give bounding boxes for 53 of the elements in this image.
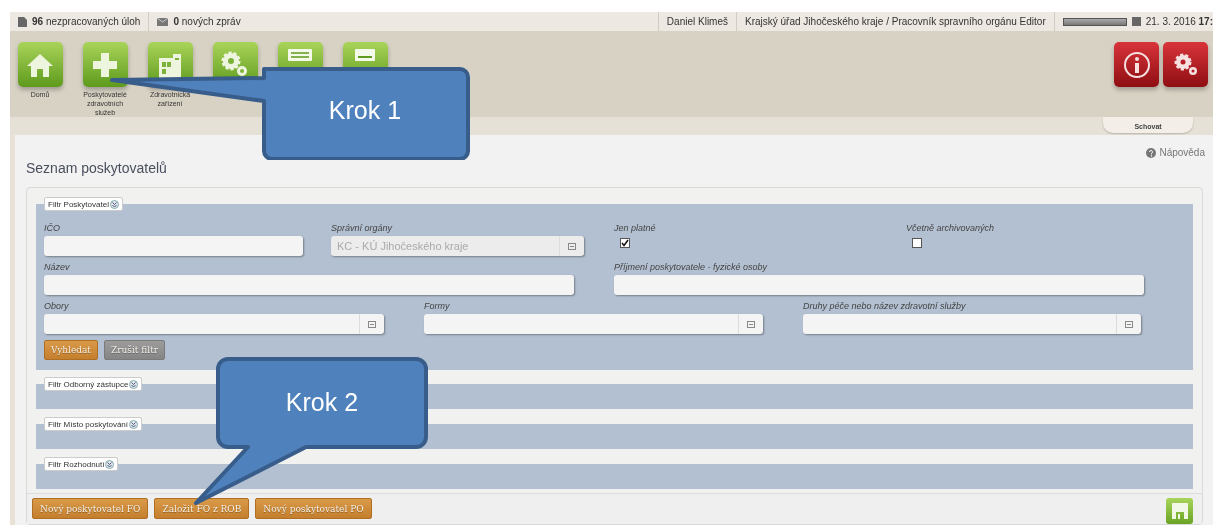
- field-label: Název: [44, 262, 71, 272]
- help-icon: [1146, 147, 1157, 158]
- expand-icon: [109, 199, 119, 209]
- lookup-icon: [368, 320, 376, 328]
- input-field[interactable]: [44, 236, 303, 256]
- document-icon: [18, 16, 27, 27]
- role-text: Krajský úřad Jihočeského kraje / Pracovník spravního orgánu Editor: [745, 16, 1046, 27]
- window-icon: [288, 49, 312, 61]
- toolbar-tile[interactable]: [82, 42, 128, 87]
- save-button[interactable]: [1166, 498, 1193, 524]
- field-label: Jen platné: [614, 223, 657, 233]
- toolbar-tile[interactable]: [17, 42, 63, 87]
- field-label: Obory: [44, 301, 70, 311]
- filter-legend[interactable]: Filtr Rozhodnutí: [44, 457, 119, 471]
- input-field[interactable]: [614, 275, 1144, 295]
- save-icon: [1170, 502, 1189, 520]
- lookup-icon: [1125, 320, 1133, 328]
- settings-tile[interactable]: [1163, 42, 1208, 87]
- messages-text[interactable]: 0 nových zpráv: [173, 16, 241, 27]
- tasks-text[interactable]: 96 nezpracovaných úloh: [32, 16, 141, 27]
- filter-legend[interactable]: Filtr Poskytovatel: [44, 197, 123, 211]
- panel-icon: [355, 49, 375, 61]
- date-text: 21. 3. 2016 17:: [1145, 16, 1213, 27]
- field-label: Včetně archivovaných: [906, 223, 996, 233]
- checkbox[interactable]: [912, 238, 922, 248]
- info-tile[interactable]: [1114, 42, 1159, 87]
- field-label: Příjmení poskytovatele - fyzické osoby: [614, 262, 769, 272]
- checkbox[interactable]: [620, 238, 630, 248]
- expand-icon: [129, 419, 139, 429]
- lookup-field[interactable]: [44, 314, 384, 334]
- calendar-icon: [1131, 17, 1141, 26]
- expand-icon: [129, 379, 139, 389]
- callout-label: Krok 2: [285, 387, 359, 417]
- expand-icon: [105, 459, 115, 469]
- filter-legend[interactable]: Filtr Odborný zástupce: [44, 377, 143, 391]
- lookup-field[interactable]: [424, 314, 763, 334]
- field-label: Správní orgány: [331, 223, 394, 233]
- lookup-field[interactable]: [803, 314, 1141, 334]
- envelope-icon: [157, 17, 169, 26]
- field-label: Druhy péče nebo název zdravotní služby: [803, 301, 967, 311]
- info-icon: [1122, 50, 1151, 79]
- field-label: IČO: [44, 223, 61, 233]
- lookup-icon: [747, 320, 755, 328]
- user-name[interactable]: Daniel Klimeš: [666, 16, 728, 27]
- callout-label: Krok 1: [328, 95, 402, 125]
- input-field[interactable]: [44, 275, 574, 295]
- page-title: Seznam poskytovatelů: [26, 160, 167, 176]
- lookup-icon: [568, 242, 576, 250]
- checkmark-icon: [621, 239, 629, 247]
- filter-legend[interactable]: Filtr Místo poskytování: [44, 417, 143, 431]
- session-bar: [1062, 17, 1127, 26]
- field-label: Formy: [424, 301, 451, 311]
- help-link[interactable]: Nápověda: [1146, 147, 1205, 158]
